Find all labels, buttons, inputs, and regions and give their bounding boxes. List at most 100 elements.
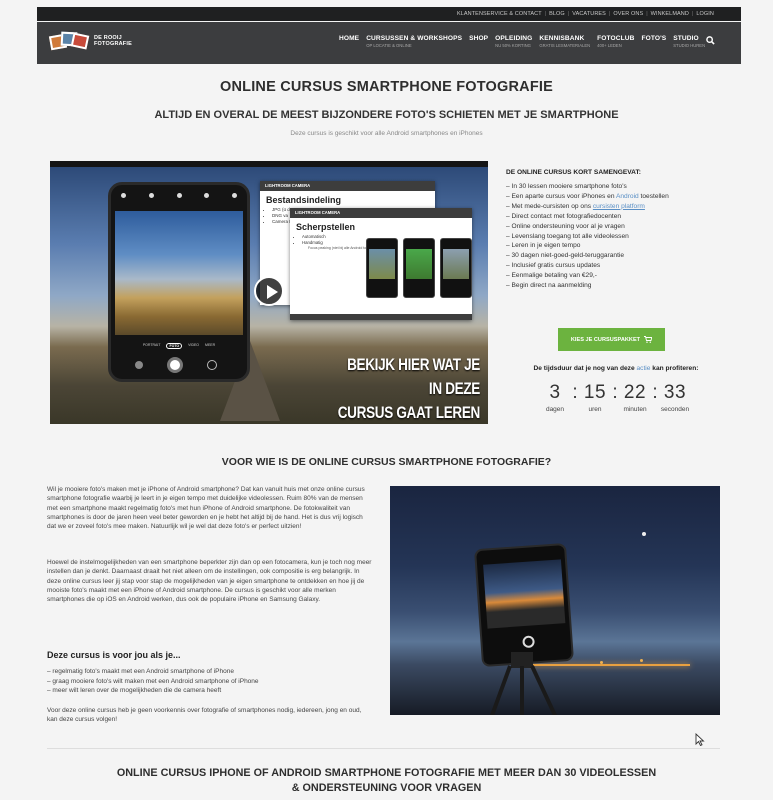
nav-sublabel: STUDIO HUREN [673,43,706,48]
nav-sublabel: NU 50% KORTING [495,43,531,48]
link-login[interactable]: LOGIN [693,11,717,17]
phone-screen [483,559,566,629]
tripod-leg [520,666,524,715]
moon-graphic [642,532,646,536]
slide-bar: LIGHTROOM CAMERA [290,208,472,218]
horizon-lights [530,664,690,666]
flip-camera-icon [207,360,217,370]
phone-modes: PORTRAIT FOTO VIDEO MEER [111,343,247,349]
timer-label: De tijdsduur dat je nog van deze actie k… [533,365,699,372]
nav-label: CURSUSSEN & WORKSHOPS [366,35,463,42]
timer-seconds: 33 seconden [660,382,690,413]
nav-label: SHOP [469,35,489,42]
summary-item: – 30 dagen niet-goed-geld-teruggarantie [506,252,625,260]
link-vacatures[interactable]: VACATURES [569,11,609,17]
site-logo[interactable]: DE ROOIJ FOTOGRAFIE [48,30,132,52]
tripod-leg [487,665,512,715]
logo-text: DE ROOIJ FOTOGRAFIE [94,35,132,47]
video-cta-text: BEKIJK HIER WAT JE IN DEZE CURSUS GAAT L… [332,353,481,424]
section-title-line1: ONLINE CURSUS IPHONE OF ANDROID SMARTPHO… [116,767,657,779]
summary-item: – Een aparte cursus voor iPhones en Andr… [506,192,669,200]
timer-colon: : [612,382,618,403]
nav-kennisbank[interactable]: KENNISBANK GRATIS LESMATERIALEN [539,35,590,48]
nav-label: FOTOCLUB [597,35,635,42]
nav-opleiding[interactable]: OPLEIDING NU 50% KORTING [495,35,532,48]
countdown-timer: 3 dagen : 15 uren : 22 minuten : 33 seconden [530,382,700,413]
page-note: Deze cursus is geschikt voor alle Androi… [290,130,483,137]
summary-item: – Online ondersteuning voor al je vragen [506,222,625,230]
choose-package-button[interactable]: KIES JE CURSUSPAKKET [558,328,665,351]
nav-label: HOME [339,35,360,42]
timer-minutes: 22 minuten [623,382,647,413]
phone-top-icons [121,193,237,198]
nav-cursussen[interactable]: CURSUSSEN & WORKSHOPS OP LOCATIE & ONLINE [366,35,462,48]
list-item: – regelmatig foto's maakt met een Androi… [47,668,234,675]
mini-phone [366,238,398,298]
paragraph-intro: Wil je mooiere foto's maken met je iPhon… [47,486,365,531]
light-dot [640,659,643,662]
course-video[interactable]: PORTRAIT FOTO VIDEO MEER LIGHTROOM CAMER… [50,161,488,424]
section-divider [47,748,720,749]
shutter-icon [522,635,535,649]
phone-on-tripod [473,542,575,668]
phone-screen [115,211,243,335]
slide-screenshots [366,238,472,298]
cart-icon [644,336,653,343]
phone-mode: PORTRAIT [142,343,161,347]
nav-fotoclub[interactable]: FOTOCLUB 400+ LEDEN [597,35,634,48]
summary-item: – In 30 lessen mooiere smartphone foto's [506,183,627,190]
summary-item: – Begin direct na aanmelding [506,282,592,290]
timer-colon: : [572,382,578,403]
video-cta-line1: BEKIJK HIER WAT JE IN DEZE [347,356,480,398]
slide-title: Bestandsindeling [266,195,342,205]
section-title-videolessen: ONLINE CURSUS IPHONE OF ANDROID SMARTPHO… [60,766,713,796]
slide-scherpstellen: LIGHTROOM CAMERA Scherpstellen Automatis… [290,208,472,320]
course-summary: DE ONLINE CURSUS KORT SAMENGEVAT: – In 3… [506,169,726,291]
list-item: – graag mooiere foto's wilt maken met ee… [47,677,259,685]
summary-list: – In 30 lessen mooiere smartphone foto's… [506,182,726,291]
page-subtitle: ALTIJD EN OVERAL DE MEEST BIJZONDERE FOT… [154,109,619,121]
audience-list: – regelmatig foto's maakt met een Androi… [47,667,372,696]
choose-package-label: KIES JE CURSUSPAKKET [570,336,641,343]
search-icon[interactable] [706,36,715,47]
play-icon[interactable] [254,276,284,306]
section-title-line2: & ONDERSTEUNING VOOR VRAGEN [291,782,482,794]
nav-home[interactable]: HOME [339,35,359,48]
nav-sublabel: OP LOCATIE & ONLINE [366,43,412,48]
summary-item: – Leren in je eigen tempo [506,242,581,250]
timer-hours: 15 uren [583,382,607,413]
cursisten-platform-link[interactable]: cursisten platform [593,203,645,210]
logo-line2: FOTOGRAFIE [94,41,132,47]
link-blog[interactable]: BLOG [546,11,568,17]
nav-studio[interactable]: STUDIO STUDIO HUREN [673,35,705,48]
phone-mode: VIDEO [188,343,200,347]
link-over-ons[interactable]: OVER ONS [610,11,646,17]
summary-item: – Met mede-cursisten op ons cursisten pl… [506,202,645,210]
gallery-thumb-icon [135,361,143,369]
shutter-icon [167,357,183,373]
link-klantenservice[interactable]: KLANTENSERVICE & CONTACT [454,11,545,17]
nav-fotos[interactable]: FOTO'S [641,35,666,48]
section-title-voor-wie: VOOR WIE IS DE ONLINE CURSUS SMARTPHONE … [221,456,552,468]
main-menu: HOME CURSUSSEN & WORKSHOPS OP LOCATIE & O… [339,35,705,48]
list-item: – meer wilt leren over de mogelijkheden … [47,687,222,695]
nav-shop[interactable]: SHOP [469,35,488,48]
summary-item: – Eenmalige betaling van €29,- [506,272,597,280]
nav-sublabel: GRATIS LESMATERIALEN [539,43,591,48]
phone-mode-selected: FOTO [166,343,183,349]
nav-sublabel: 400+ LEDEN [597,43,622,48]
actie-link[interactable]: actie [637,365,651,372]
nav-label: STUDIO [673,35,699,42]
tripod-leg [530,665,560,715]
timer-colon: : [652,382,658,403]
nav-label: KENNISBANK [539,35,585,42]
link-winkelmand[interactable]: WINKELMAND [648,11,692,17]
timer-days: 3 dagen [545,382,565,413]
slide-footer [290,314,472,320]
summary-item: – Inclusief gratis cursus updates [506,262,601,270]
nav-label: FOTO'S [641,35,667,42]
logo-photos-icon [48,30,90,52]
phone-mode: MEER [205,343,216,347]
nav-label: OPLEIDING [495,35,533,42]
slide-bar: LIGHTROOM CAMERA [260,181,435,191]
